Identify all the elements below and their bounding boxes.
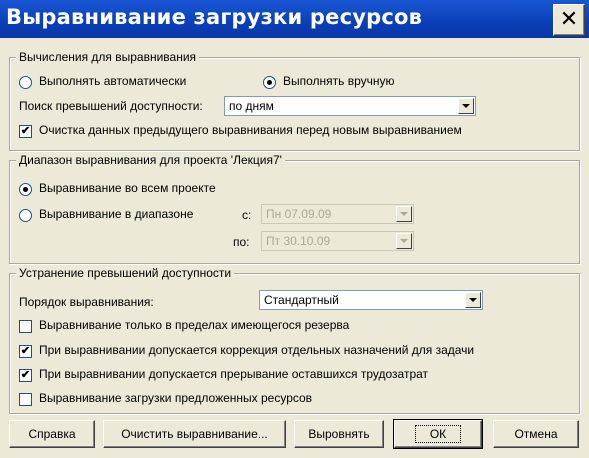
to-label: по: [233, 235, 250, 249]
to-date-value: Пт 30.10.09 [266, 234, 331, 248]
radio-whole-project[interactable] [19, 183, 32, 196]
checkmark-icon: ✔ [20, 125, 31, 137]
radio-auto-label[interactable]: Выполнять автоматически [39, 74, 186, 88]
calc-group-legend: Вычисления для выравнивания [16, 50, 200, 64]
checkmark-icon: ✔ [20, 369, 31, 381]
level-now-button[interactable]: Выровнять [294, 420, 384, 448]
to-date-dropdown[interactable]: Пт 30.10.09 [261, 231, 414, 251]
title-bar[interactable]: Выравнивание загрузки ресурсов ✕ [0, 0, 589, 38]
cancel-button-label: Отмена [514, 427, 558, 441]
from-date-value: Пн 07.09.09 [266, 207, 332, 221]
from-label: с: [242, 208, 252, 222]
radio-range[interactable] [19, 209, 32, 222]
option-checkbox-proposed-resources[interactable] [19, 393, 32, 406]
option-checkbox-adjust-assignments[interactable]: ✔ [19, 345, 32, 358]
option-label-adjust-assignments[interactable]: При выравнивании допускается коррекция о… [39, 343, 474, 357]
ok-button[interactable]: ОК [393, 419, 483, 449]
clear-leveling-button[interactable]: Очистить выравнивание... [103, 420, 286, 448]
search-label: Поиск превышений доступности: [19, 99, 203, 113]
chevron-down-icon[interactable] [465, 292, 481, 308]
option-checkbox-split-work[interactable]: ✔ [19, 369, 32, 382]
ok-button-label: ОК [414, 425, 462, 443]
clear-leveling-button-label: Очистить выравнивание... [121, 427, 268, 441]
leveling-dialog: Выравнивание загрузки ресурсов ✕ Вычисле… [0, 0, 589, 458]
order-label: Порядок выравнивания: [19, 295, 154, 309]
chevron-down-icon[interactable] [396, 206, 412, 222]
option-label-proposed-resources[interactable]: Выравнивание загрузки предложенных ресур… [39, 391, 312, 405]
checkmark-icon: ✔ [20, 345, 31, 357]
option-checkbox-reserve[interactable] [19, 320, 32, 333]
cancel-button[interactable]: Отмена [493, 420, 579, 448]
chevron-down-icon[interactable] [396, 233, 412, 249]
close-icon: ✕ [559, 7, 579, 32]
radio-manual[interactable] [263, 76, 276, 89]
level-now-button-label: Выровнять [308, 427, 370, 441]
help-button[interactable]: Справка [9, 420, 95, 448]
search-dropdown-value: по дням [229, 99, 274, 113]
clear-checkbox[interactable]: ✔ [19, 125, 32, 138]
help-button-label: Справка [28, 427, 76, 441]
close-button[interactable]: ✕ [553, 4, 585, 36]
order-dropdown-value: Стандартный [264, 293, 339, 307]
option-label-reserve[interactable]: Выравнивание только в пределах имеющегос… [39, 318, 349, 332]
clear-checkbox-label[interactable]: Очистка данных предыдущего выравнивания … [39, 123, 462, 137]
dialog-title: Выравнивание загрузки ресурсов [6, 5, 423, 29]
from-date-dropdown[interactable]: Пн 07.09.09 [261, 204, 414, 224]
radio-whole-project-label[interactable]: Выравнивание во всем проекте [39, 181, 216, 195]
chevron-down-icon[interactable] [458, 98, 474, 114]
radio-range-label[interactable]: Выравнивание в диапазоне [39, 207, 193, 221]
radio-manual-label[interactable]: Выполнять вручную [283, 74, 395, 88]
range-group-legend: Диапазон выравнивания для проекта 'Лекци… [16, 153, 285, 167]
radio-auto[interactable] [19, 76, 32, 89]
order-dropdown[interactable]: Стандартный [259, 290, 483, 310]
option-label-split-work[interactable]: При выравнивании допускается прерывание … [39, 367, 428, 381]
search-dropdown[interactable]: по дням [224, 96, 476, 116]
resolve-group-legend: Устранение превышений доступности [16, 266, 235, 280]
